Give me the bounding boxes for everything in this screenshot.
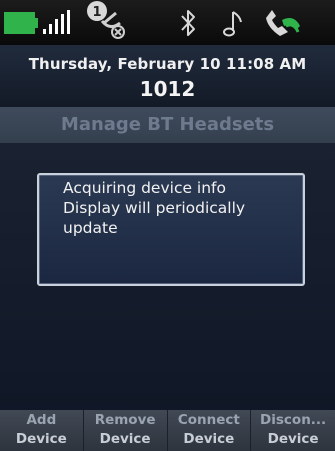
message-line-3: update bbox=[63, 219, 118, 237]
screen-title: Manage BT Headsets bbox=[60, 114, 275, 135]
signal-icon bbox=[43, 10, 70, 34]
softkey-label-top: Discon... bbox=[260, 412, 327, 428]
softkey-label-top: Add bbox=[26, 412, 57, 428]
softkey-label-bottom: Device bbox=[15, 431, 67, 447]
handset-icon bbox=[266, 10, 300, 36]
music-note-icon bbox=[223, 11, 242, 37]
extension-number: 1012 bbox=[139, 77, 196, 101]
main-content: Acquiring device info Display will perio… bbox=[0, 143, 335, 410]
message-line-1: Acquiring device info bbox=[63, 179, 226, 197]
add-device-softkey[interactable]: Add Device bbox=[0, 410, 84, 451]
softkey-label-bottom: Device bbox=[99, 431, 151, 447]
disconnect-device-softkey[interactable]: Discon... Device bbox=[251, 410, 335, 451]
softkey-label-bottom: Device bbox=[267, 431, 319, 447]
softkey-label-top: Connect bbox=[177, 412, 240, 428]
voicemail-count: 1 bbox=[92, 5, 101, 20]
softkey-bar: Add Device Remove Device Connect Device … bbox=[0, 410, 335, 451]
connect-device-softkey[interactable]: Connect Device bbox=[168, 410, 252, 451]
phone-screen: 1 Thursday, February 10 11:08 AM 1012 Ma… bbox=[0, 0, 335, 451]
softkey-label-bottom: Device bbox=[183, 431, 235, 447]
remove-device-softkey[interactable]: Remove Device bbox=[84, 410, 168, 451]
softkey-label-top: Remove bbox=[94, 412, 156, 428]
message-line-2: Display will periodically bbox=[63, 199, 246, 217]
bluetooth-icon bbox=[181, 10, 195, 36]
battery-icon bbox=[4, 12, 38, 34]
voicemail-icon: 1 bbox=[87, 1, 125, 39]
status-message-box: Acquiring device info Display will perio… bbox=[37, 173, 305, 286]
screen-title-bar: Manage BT Headsets bbox=[0, 107, 335, 143]
status-bar: 1 bbox=[0, 0, 335, 45]
date-time: Thursday, February 10 11:08 AM bbox=[28, 55, 307, 73]
date-header: Thursday, February 10 11:08 AM 1012 bbox=[0, 45, 335, 107]
